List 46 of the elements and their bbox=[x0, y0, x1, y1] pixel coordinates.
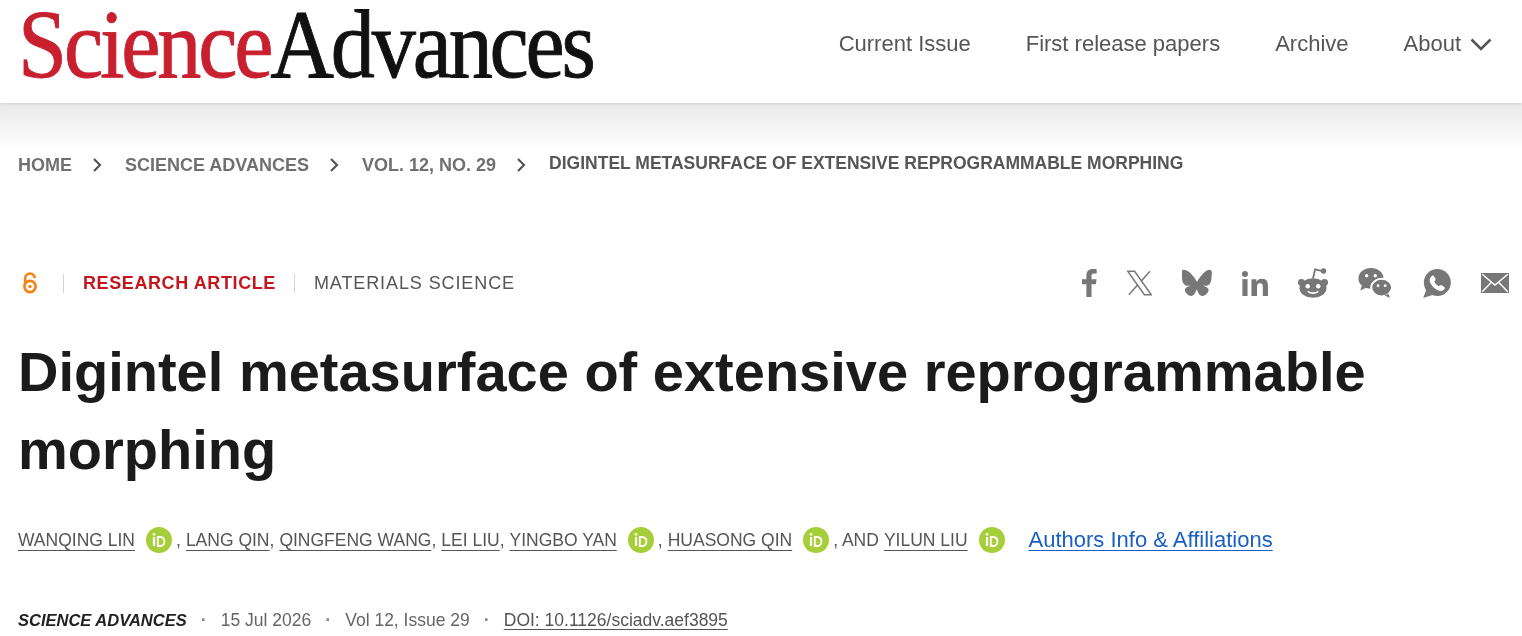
author-link[interactable]: HUASONG QIN bbox=[667, 529, 793, 551]
breadcrumb-link[interactable]: SCIENCE ADVANCES bbox=[125, 153, 310, 177]
x-icon[interactable] bbox=[1127, 270, 1152, 296]
breadcrumb-link[interactable]: VOL. 12, NO. 29 bbox=[362, 153, 497, 177]
nav-link[interactable]: First release papers bbox=[1025, 30, 1221, 58]
subject-link[interactable]: MATERIALS SCIENCE bbox=[313, 272, 515, 294]
author-separator: , bbox=[269, 529, 275, 551]
bullet-separator: · bbox=[325, 609, 332, 631]
author-link[interactable]: LANG QIN bbox=[185, 529, 270, 551]
author-separator: , bbox=[657, 529, 663, 551]
chevron-right-icon bbox=[92, 157, 102, 173]
butterfly-icon[interactable] bbox=[1182, 269, 1212, 297]
chat-bubbles-icon[interactable] bbox=[1358, 268, 1393, 298]
author-separator: , bbox=[176, 529, 181, 551]
breadcrumb-link[interactable]: HOME bbox=[18, 153, 72, 177]
nav-link[interactable]: Archive bbox=[1275, 30, 1349, 58]
chevron-right-icon bbox=[516, 157, 527, 173]
author-separator: , bbox=[499, 529, 505, 551]
bullet-separator: · bbox=[483, 609, 490, 631]
author-link[interactable]: LEI LIU bbox=[441, 529, 500, 551]
robot-head-icon[interactable] bbox=[1298, 268, 1328, 298]
journal-name: SCIENCE ADVANCES bbox=[18, 610, 187, 630]
open-lock-icon bbox=[22, 272, 38, 294]
linkedin-icon[interactable] bbox=[1242, 270, 1268, 296]
volume-issue: Vol 12, Issue 29 bbox=[345, 609, 470, 631]
author-link[interactable]: YINGBO YAN bbox=[509, 529, 617, 551]
phone-bubble-icon[interactable] bbox=[1423, 268, 1451, 298]
facebook-icon[interactable] bbox=[1082, 269, 1097, 297]
author-separator: , AND bbox=[833, 529, 879, 551]
article-type-label: RESEARCH ARTICLE bbox=[83, 272, 276, 294]
author-link[interactable]: QINGFENG WANG bbox=[279, 529, 432, 551]
doi-link[interactable]: DOI: 10.1126/sciadv.aef3895 bbox=[503, 609, 728, 631]
author-link[interactable]: YILUN LIU bbox=[883, 529, 968, 551]
author-separator: , bbox=[431, 529, 437, 551]
authors-info-link[interactable]: Authors Info & Affiliations bbox=[1028, 527, 1273, 553]
author-link[interactable]: WANQING LIN bbox=[18, 529, 135, 551]
about-menu-button[interactable]: About bbox=[1403, 30, 1492, 58]
publication-date: 15 Jul 2026 bbox=[220, 609, 312, 631]
bullet-separator: · bbox=[200, 609, 207, 631]
article-title: Digintel metasurface of extensive reprogrammable morphing bbox=[18, 339, 1367, 483]
chevron-down-icon bbox=[1470, 37, 1492, 51]
mail-icon[interactable] bbox=[1481, 273, 1509, 293]
chevron-right-icon bbox=[329, 157, 340, 173]
breadcrumb-current: DIGINTEL METASURFACE OF EXTENSIVE REPROGRAMMABLE MORPHING bbox=[549, 152, 1184, 175]
journal-logo[interactable]: ScienceAdvances bbox=[18, 0, 593, 93]
nav-link[interactable]: Current Issue bbox=[838, 30, 971, 58]
